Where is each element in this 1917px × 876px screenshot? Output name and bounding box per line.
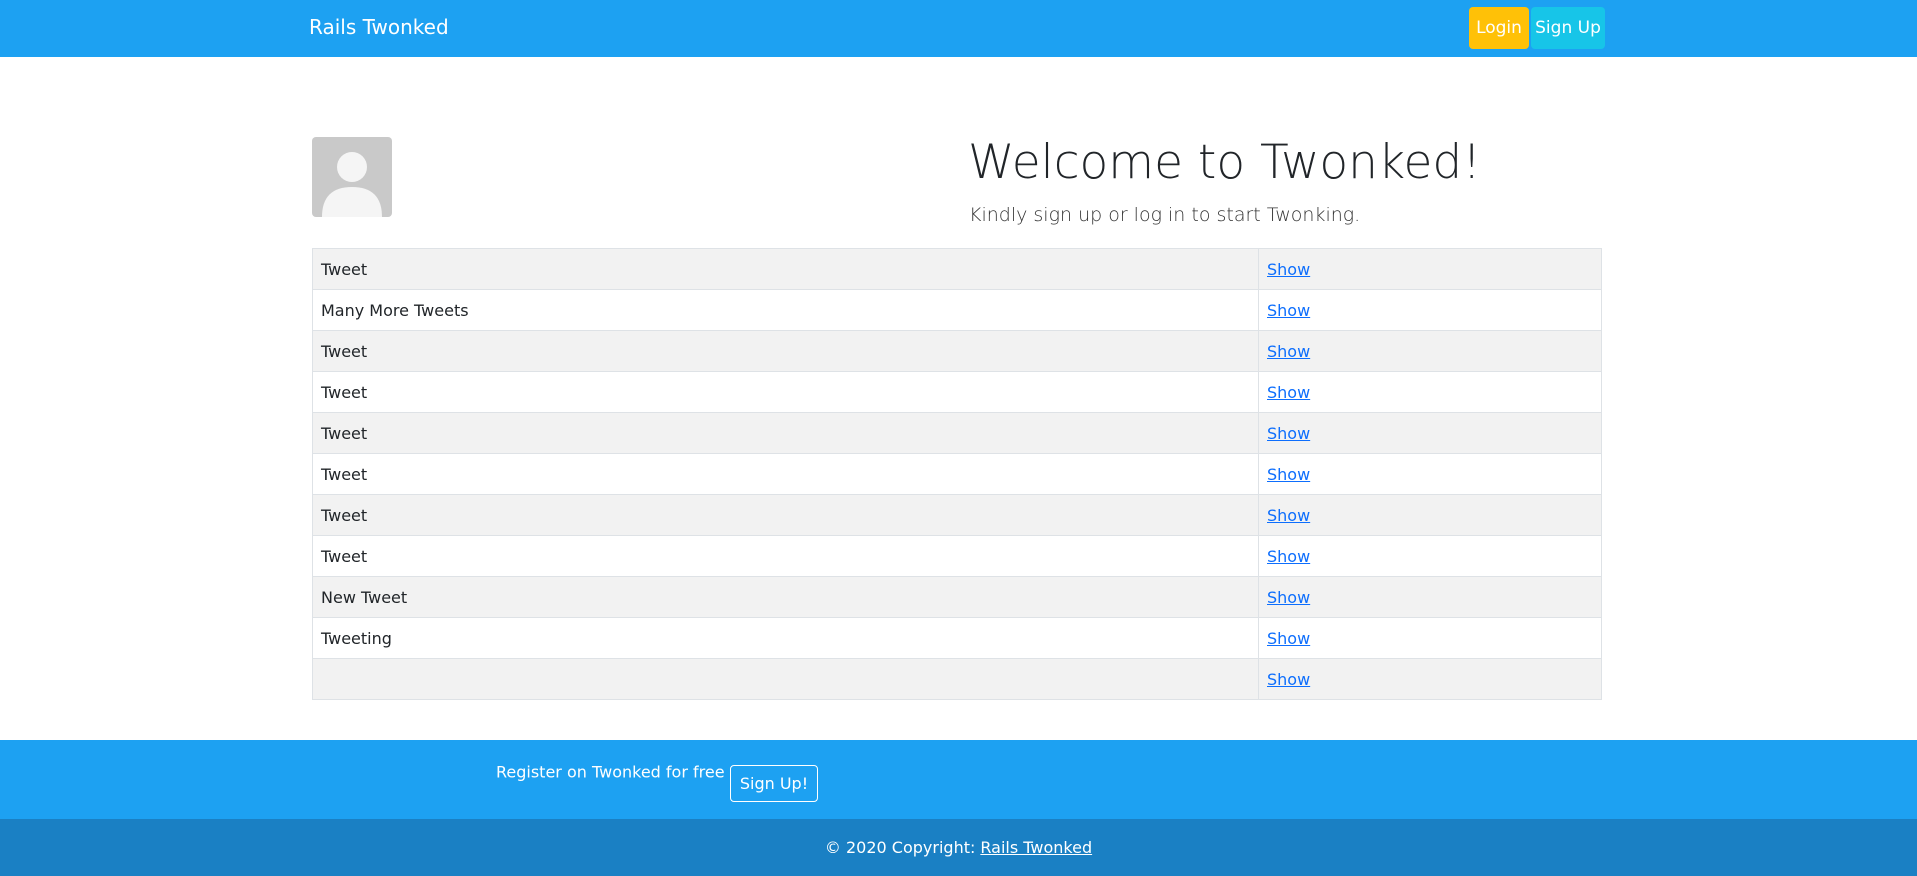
show-tweet-link[interactable]: Show <box>1267 588 1310 607</box>
tweet-show-cell: Show <box>1258 412 1602 454</box>
page-subtitle: Kindly sign up or log in to start Twonki… <box>969 204 1361 226</box>
tweet-body: Tweet <box>312 494 1259 536</box>
tweet-show-cell: Show <box>1258 248 1602 290</box>
table-row: Tweet Show <box>312 494 1602 536</box>
show-tweet-link[interactable]: Show <box>1267 670 1310 689</box>
show-tweet-link[interactable]: Show <box>1267 547 1310 566</box>
show-tweet-link[interactable]: Show <box>1267 424 1310 443</box>
brand-link[interactable]: Rails Twonked <box>309 15 449 39</box>
table-row: Tweet Show <box>312 535 1602 577</box>
show-tweet-link[interactable]: Show <box>1267 342 1310 361</box>
tweet-show-cell: Show <box>1258 617 1602 659</box>
tweet-show-cell: Show <box>1258 494 1602 536</box>
show-tweet-link[interactable]: Show <box>1267 301 1310 320</box>
tweet-show-cell: Show <box>1258 535 1602 577</box>
table-row: Tweet Show <box>312 412 1602 454</box>
login-button[interactable]: Login <box>1469 7 1529 49</box>
tweet-show-cell: Show <box>1258 330 1602 372</box>
tweet-show-cell: Show <box>1258 453 1602 495</box>
tweet-body <box>312 658 1259 700</box>
signup-button[interactable]: Sign Up <box>1531 7 1605 49</box>
table-row: Many More Tweets Show <box>312 289 1602 331</box>
show-tweet-link[interactable]: Show <box>1267 383 1310 402</box>
default-user-avatar-icon <box>312 137 392 217</box>
copyright-footer: © 2020 Copyright: Rails Twonked <box>0 819 1917 876</box>
copyright-link[interactable]: Rails Twonked <box>980 838 1092 857</box>
signup-cta-banner: Register on Twonked for free Sign Up! <box>0 740 1917 819</box>
tweets-table: Tweet Show Many More Tweets Show Tweet Show Tw… <box>312 248 1602 700</box>
show-tweet-link[interactable]: Show <box>1267 629 1310 648</box>
tweet-show-cell: Show <box>1258 371 1602 413</box>
table-row: Tweet Show <box>312 330 1602 372</box>
tweet-show-cell: Show <box>1258 658 1602 700</box>
table-row: Show <box>312 658 1602 700</box>
tweet-body: Tweet <box>312 371 1259 413</box>
tweet-body: Many More Tweets <box>312 289 1259 331</box>
tweet-body: Tweet <box>312 248 1259 290</box>
table-row: New Tweet Show <box>312 576 1602 618</box>
tweet-show-cell: Show <box>1258 289 1602 331</box>
tweet-body: Tweet <box>312 453 1259 495</box>
page-title: Welcome to Twonked! <box>968 135 1482 190</box>
copyright-text: © 2020 Copyright: <box>824 838 976 857</box>
show-tweet-link[interactable]: Show <box>1267 260 1310 279</box>
tweet-body: Tweet <box>312 412 1259 454</box>
tweet-body: New Tweet <box>312 576 1259 618</box>
cta-signup-button[interactable]: Sign Up! <box>730 765 818 802</box>
tweet-show-cell: Show <box>1258 576 1602 618</box>
show-tweet-link[interactable]: Show <box>1267 506 1310 525</box>
table-row: Tweeting Show <box>312 617 1602 659</box>
tweet-body: Tweet <box>312 330 1259 372</box>
cta-text: Register on Twonked for free <box>496 762 725 782</box>
tweet-body: Tweet <box>312 535 1259 577</box>
top-navbar: Rails Twonked Login Sign Up <box>0 0 1917 57</box>
table-row: Tweet Show <box>312 248 1602 290</box>
show-tweet-link[interactable]: Show <box>1267 465 1310 484</box>
tweet-body: Tweeting <box>312 617 1259 659</box>
table-row: Tweet Show <box>312 453 1602 495</box>
table-row: Tweet Show <box>312 371 1602 413</box>
